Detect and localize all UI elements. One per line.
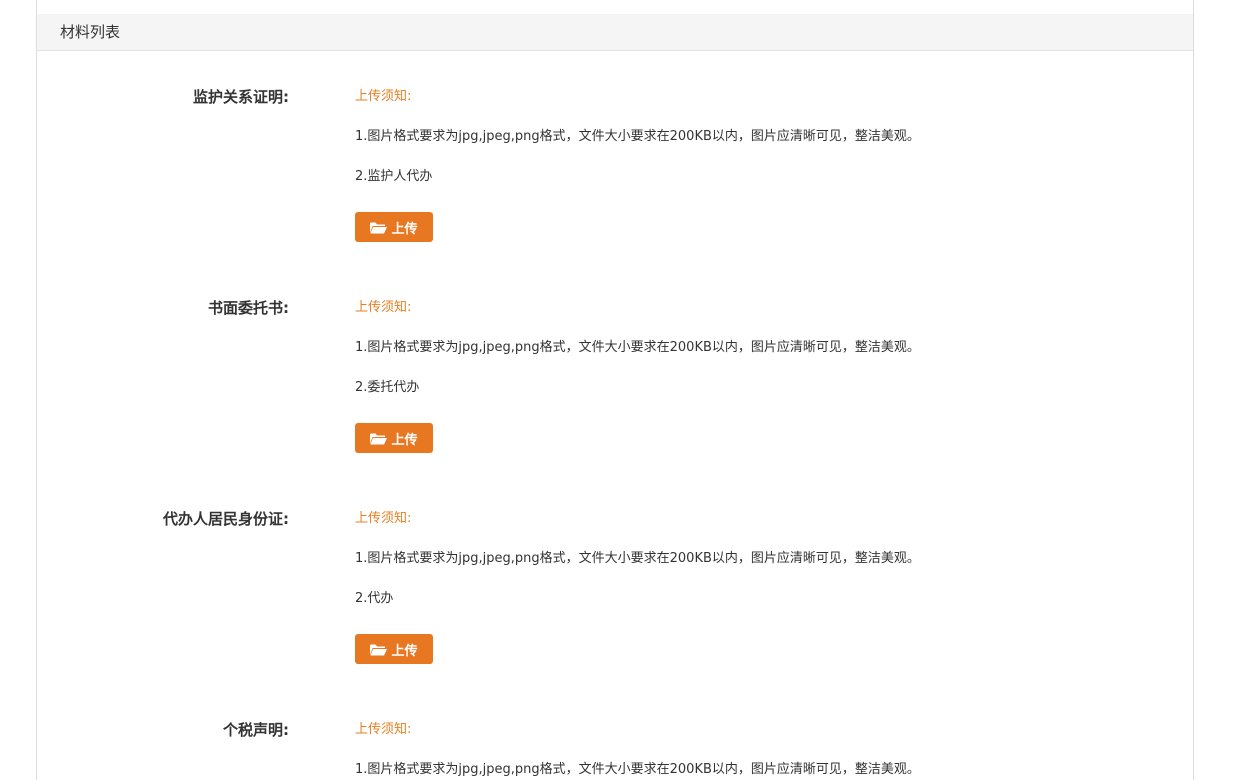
material-label: 监护关系证明: — [193, 88, 289, 106]
section-title: 材料列表 — [60, 23, 121, 41]
material-body: 上传须知: 1.图片格式要求为jpg,jpeg,png格式，文件大小要求在200… — [355, 87, 1135, 242]
notice-line-format: 1.图片格式要求为jpg,jpeg,png格式，文件大小要求在200KB以内，图… — [355, 762, 920, 777]
material-label: 书面委托书: — [208, 299, 289, 317]
notice-line-format: 1.图片格式要求为jpg,jpeg,png格式，文件大小要求在200KB以内，图… — [355, 551, 920, 566]
section-header: 材料列表 — [37, 14, 1193, 51]
material-body: 上传须知: 1.图片格式要求为jpg,jpeg,png格式，文件大小要求在200… — [355, 509, 1135, 664]
material-label: 代办人居民身份证: — [163, 510, 289, 528]
material-body: 上传须知: 1.图片格式要求为jpg,jpeg,png格式，文件大小要求在200… — [355, 298, 1135, 453]
upload-button-label: 上传 — [391, 432, 418, 448]
notice-line-format: 1.图片格式要求为jpg,jpeg,png格式，文件大小要求在200KB以内，图… — [355, 340, 920, 355]
material-label: 个税声明: — [223, 721, 289, 739]
notice-line-note: 2.代办 — [355, 591, 394, 606]
folder-open-icon — [370, 433, 388, 444]
upload-button[interactable]: 上传 — [355, 634, 433, 664]
notice-line-note: 2.委托代办 — [355, 380, 420, 395]
notice-title: 上传须知: — [355, 511, 412, 526]
folder-open-icon — [370, 644, 388, 655]
material-body: 上传须知: 1.图片格式要求为jpg,jpeg,png格式，文件大小要求在200… — [355, 720, 1135, 780]
panel-top-gap — [37, 0, 1193, 14]
upload-button[interactable]: 上传 — [355, 423, 433, 453]
upload-button-label: 上传 — [391, 643, 418, 659]
materials-panel: 材料列表 监护关系证明: 上传须知: 1.图片格式要求为jpg,jpeg,png… — [36, 0, 1194, 780]
folder-open-icon — [370, 222, 388, 233]
notice-title: 上传须知: — [355, 89, 412, 104]
upload-button-label: 上传 — [391, 221, 418, 237]
notice-line-note: 2.监护人代办 — [355, 169, 433, 184]
notice-title: 上传须知: — [355, 722, 412, 737]
upload-button[interactable]: 上传 — [355, 212, 433, 242]
notice-title: 上传须知: — [355, 300, 412, 315]
notice-line-format: 1.图片格式要求为jpg,jpeg,png格式，文件大小要求在200KB以内，图… — [355, 129, 920, 144]
